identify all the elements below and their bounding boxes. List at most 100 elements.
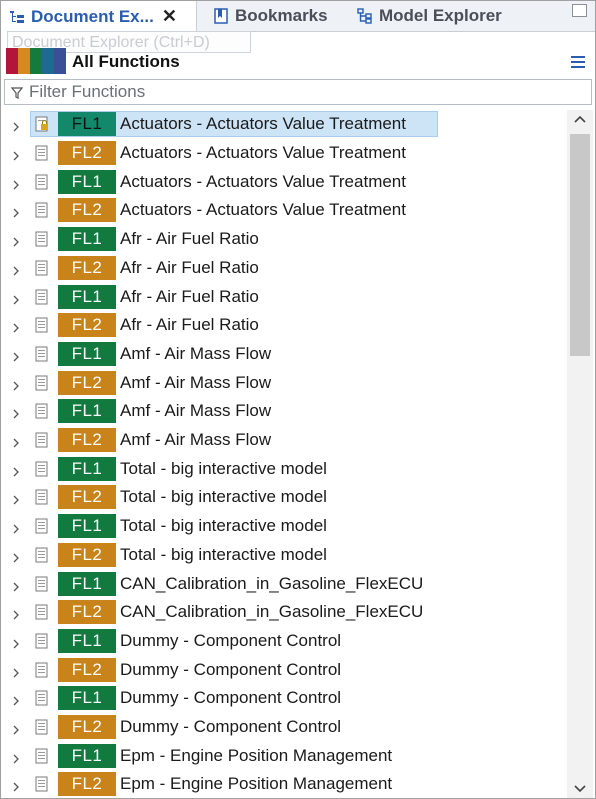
level-badge: FL2 [58,600,116,625]
list-item-label: Epm - Engine Position Management [120,774,393,794]
tab-model-explorer[interactable]: Model Explorer [357,1,537,31]
chevron-right-icon[interactable] [11,406,21,419]
chevron-right-icon[interactable] [11,205,21,218]
tab-document-explorer-label: Document Ex... [31,6,154,26]
chevron-right-icon[interactable] [11,464,21,477]
chevron-right-icon[interactable] [11,349,21,362]
tab-model-explorer-label: Model Explorer [379,6,502,25]
list-item[interactable]: FL2 Afr - Air Fuel Ratio [1,311,567,340]
list-item-label: Actuators - Actuators Value Treatment [120,114,406,134]
document-icon [35,633,49,649]
list-item[interactable]: FL1 Amf - Air Mass Flow [1,397,567,426]
list-item-label: Dummy - Component Control [120,717,342,737]
scrollbar-thumb[interactable] [570,134,590,356]
document-icon [35,719,49,735]
chevron-right-icon[interactable] [11,148,21,161]
chevron-right-icon[interactable] [11,292,21,304]
chevron-right-icon[interactable] [11,693,21,706]
list-item[interactable]: FL2 Afr - Air Fuel Ratio [1,254,567,283]
level-badge: FL2 [58,485,116,510]
chevron-right-icon[interactable] [11,607,21,620]
level-badge: FL1 [58,341,116,366]
list-view-icon[interactable] [571,55,585,69]
document-icon [35,547,49,563]
list-item[interactable]: FL1 Total - big interactive model [1,454,567,483]
list-item-label: Amf - Air Mass Flow [120,372,272,392]
chevron-right-icon[interactable] [11,234,21,247]
list-item[interactable]: FL1 Actuators - Actuators Value Treatment [1,110,567,139]
chevron-right-icon[interactable] [11,177,21,190]
level-badge: FL1 [58,456,116,481]
chevron-right-icon[interactable] [11,665,21,678]
list-item[interactable]: FL1 Dummy - Component Control [1,684,567,713]
tab-bookmarks[interactable]: Bookmarks [213,1,353,31]
list-item[interactable]: FL2 Actuators - Actuators Value Treatment [1,139,567,168]
list-item[interactable]: FL2 Actuators - Actuators Value Treatment [1,196,567,225]
vertical-scrollbar[interactable] [567,110,593,798]
list-item[interactable]: FL2 Dummy - Component Control [1,655,567,684]
list-item[interactable]: FL1 Dummy - Component Control [1,627,567,656]
chevron-right-icon[interactable] [11,579,21,591]
document-icon [35,202,49,218]
level-badge: FL2 [58,313,116,338]
level-badge: FL1 [58,169,116,194]
color-swatch [54,48,66,74]
color-swatch [30,48,42,74]
list-item-label: Dummy - Component Control [120,688,342,708]
tab-document-explorer[interactable]: Document Ex... ✕ [1,1,197,32]
list-item-label: CAN_Calibration_in_Gasoline_FlexECU [120,573,424,593]
chevron-right-icon[interactable] [11,263,21,276]
hierarchy-icon [357,8,373,24]
list-item[interactable]: FL2 Amf - Air Mass Flow [1,426,567,455]
document-icon [35,432,49,448]
document-icon [35,289,49,305]
document-icon [35,403,49,419]
filter-input[interactable] [29,82,569,102]
list-item-label: Actuators - Actuators Value Treatment [120,143,406,163]
close-icon[interactable]: ✕ [162,6,177,27]
chevron-right-icon[interactable] [11,435,21,448]
level-badge: FL2 [58,255,116,280]
list-item[interactable]: FL1 Actuators - Actuators Value Treatment [1,167,567,196]
list-item-label: Amf - Air Mass Flow [120,401,272,421]
chevron-right-icon[interactable] [11,521,21,534]
list-item-label: Actuators - Actuators Value Treatment [120,200,406,220]
list-item[interactable]: FL2 Dummy - Component Control [1,713,567,742]
document-icon [35,518,49,534]
chevron-right-icon[interactable] [11,550,21,563]
function-list: FL1 Actuators - Actuators Value Treatment… [1,110,567,798]
tab-bar: Document Ex... ✕ Bookmarks Model Explore… [1,1,595,32]
list-item[interactable]: FL2 CAN_Calibration_in_Gasoline_FlexECU [1,598,567,627]
list-item[interactable]: FL1 Afr - Air Fuel Ratio [1,282,567,311]
level-badge: FL1 [58,227,116,252]
chevron-right-icon[interactable] [11,320,21,333]
chevron-right-icon[interactable] [11,779,21,792]
color-swatch [18,48,30,74]
list-item[interactable]: FL2 Total - big interactive model [1,541,567,570]
scroll-up-icon[interactable] [567,110,593,130]
chevron-right-icon[interactable] [11,722,21,735]
list-item[interactable]: FL1 CAN_Calibration_in_Gasoline_FlexECU [1,569,567,598]
chevron-right-icon[interactable] [11,378,21,391]
document-lock-icon [35,116,49,132]
list-item[interactable]: FL2 Epm - Engine Position Management [1,770,567,798]
scroll-down-icon[interactable] [567,778,593,798]
list-item-label: Dummy - Component Control [120,659,342,679]
chevron-right-icon[interactable] [11,492,21,505]
list-item-label: Afr - Air Fuel Ratio [120,315,259,335]
list-item[interactable]: FL1 Amf - Air Mass Flow [1,340,567,369]
list-item[interactable]: FL1 Total - big interactive model [1,512,567,541]
level-badge: FL2 [58,542,116,567]
level-badge: FL1 [58,571,116,596]
level-badge: FL2 [58,141,116,166]
color-swatch [42,48,54,74]
list-item[interactable]: FL1 Epm - Engine Position Management [1,741,567,770]
chevron-right-icon[interactable] [11,751,21,764]
chevron-right-icon[interactable] [11,636,21,649]
list-item[interactable]: FL1 Afr - Air Fuel Ratio [1,225,567,254]
minimize-icon[interactable] [572,4,587,17]
list-item[interactable]: FL2 Total - big interactive model [1,483,567,512]
list-item[interactable]: FL2 Amf - Air Mass Flow [1,368,567,397]
color-swatch [6,48,18,74]
chevron-right-icon[interactable] [11,119,21,132]
